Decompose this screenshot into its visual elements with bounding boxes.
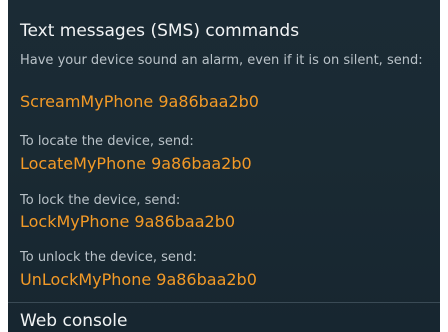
- alarm-command-description: Have your device sound an alarm, even if…: [20, 53, 423, 68]
- web-console-header[interactable]: Web console: [20, 310, 127, 332]
- unlock-command-text: UnLockMyPhone 9a86baa2b0: [20, 270, 257, 289]
- locate-command-text: LocateMyPhone 9a86baa2b0: [20, 154, 252, 173]
- alarm-command-text: ScreamMyPhone 9a86baa2b0: [20, 92, 259, 111]
- locate-command-description: To locate the device, send:: [20, 134, 194, 149]
- section-divider: [8, 302, 440, 303]
- settings-screen: Text messages (SMS) commands Have your d…: [8, 0, 440, 332]
- lock-command-text: LockMyPhone 9a86baa2b0: [20, 212, 236, 231]
- lock-command-description: To lock the device, send:: [20, 193, 181, 208]
- sms-commands-header: Text messages (SMS) commands: [20, 21, 300, 41]
- unlock-command-description: To unlock the device, send:: [20, 250, 197, 265]
